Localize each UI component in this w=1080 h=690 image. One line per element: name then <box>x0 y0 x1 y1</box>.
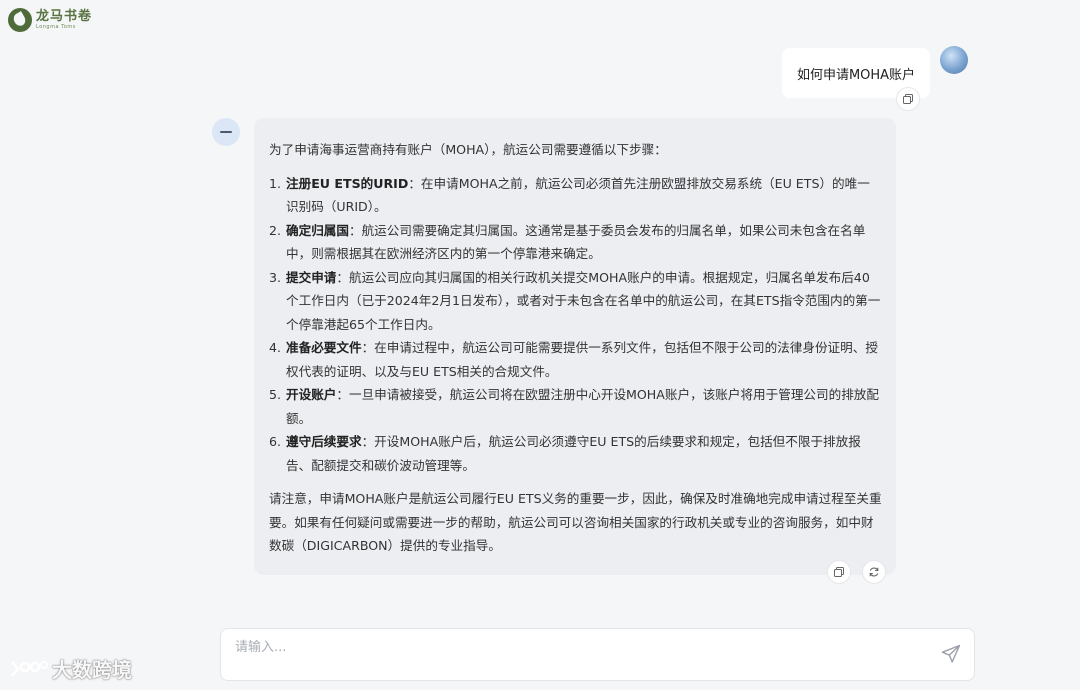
watermark-logo-icon <box>11 660 48 677</box>
answer-intro: 为了申请海事运营商持有账户（MOHA），航运公司需要遵循以下步骤： <box>269 142 667 157</box>
brand-tagline: Longma Toms <box>36 24 76 30</box>
answer-outro: 请注意，申请MOHA账户是航运公司履行EU ETS义务的重要一步，因此，确保及时… <box>269 491 882 553</box>
chat-input-box <box>220 628 975 681</box>
user-message-text: 如何申请MOHA账户 <box>796 67 916 83</box>
watermark-text: 大数跨境 <box>52 658 132 682</box>
send-icon[interactable] <box>940 643 962 665</box>
step-item: 4. 准备必要文件：在申请过程中，航运公司可能需要提供一系列文件，包括但不限于公司… <box>269 340 878 379</box>
step-item: 2. 确定归属国：航运公司需要确定其归属国。这通常是基于委员会发布的归属名单，如果… <box>269 222 866 262</box>
user-avatar <box>940 46 968 74</box>
copy-user-message-button[interactable] <box>896 87 920 111</box>
step-title: 提交申请 <box>286 269 337 285</box>
regenerate-answer-button[interactable] <box>862 560 886 584</box>
brand-logo: 龙马书卷 Longma Toms <box>8 8 92 32</box>
step-item: 6. 遵守后续要求：开设MOHA账户后，航运公司必须遵守EU ETS的后续要求和规… <box>269 434 861 473</box>
copy-answer-button[interactable] <box>827 560 851 584</box>
watermark: 大数跨境 <box>8 654 132 683</box>
step-title: 开设账户 <box>286 387 337 402</box>
step-text: ：航运公司需要确定其归属国。这通常是基于委员会发布的归属名单，如果公司未包含在名… <box>286 222 866 262</box>
steps-list: 1. 注册EU ETS的URID：在申请MOHA之前，航运公司必须首先注册欧盟排放… <box>269 172 882 478</box>
copy-icon <box>834 567 844 577</box>
assistant-message-bubble: 为了申请海事运营商持有账户（MOHA），航运公司需要遵循以下步骤： 1. 注册EU… <box>254 118 896 575</box>
brand-name: 龙马书卷 <box>36 9 93 24</box>
step-item: 3. 提交申请：航运公司应向其归属国的相关行政机关提交MOHA账户的申请。根据规定… <box>269 269 881 332</box>
step-title: 确定归属国 <box>286 222 349 238</box>
leaf-logo-icon <box>8 8 32 32</box>
step-text: ：航运公司应向其归属国的相关行政机关提交MOHA账户的申请。根据规定，归属名单发… <box>286 269 881 332</box>
step-text: ：开设MOHA账户后，航运公司必须遵守EU ETS的后续要求和规定，包括但不限于… <box>286 434 861 473</box>
step-item: 1. 注册EU ETS的URID：在申请MOHA之前，航运公司必须首先注册欧盟排放… <box>269 175 870 215</box>
step-title: 准备必要文件 <box>286 340 362 355</box>
step-title: 遵守后续要求 <box>286 434 362 449</box>
refresh-icon <box>869 567 879 577</box>
step-text: ：一旦申请被接受，航运公司将在欧盟注册中心开设MOHA账户，该账户将用于管理公司… <box>286 387 879 426</box>
assistant-avatar <box>212 118 240 146</box>
chat-input[interactable] <box>235 637 915 657</box>
step-title: 注册EU ETS的URID <box>286 175 409 191</box>
step-text: ：在申请过程中，航运公司可能需要提供一系列文件，包括但不限于公司的法律身份证明、… <box>286 340 878 379</box>
copy-icon <box>903 94 913 104</box>
step-item: 5. 开设账户：一旦申请被接受，航运公司将在欧盟注册中心开设MOHA账户，该账户将… <box>269 387 879 426</box>
